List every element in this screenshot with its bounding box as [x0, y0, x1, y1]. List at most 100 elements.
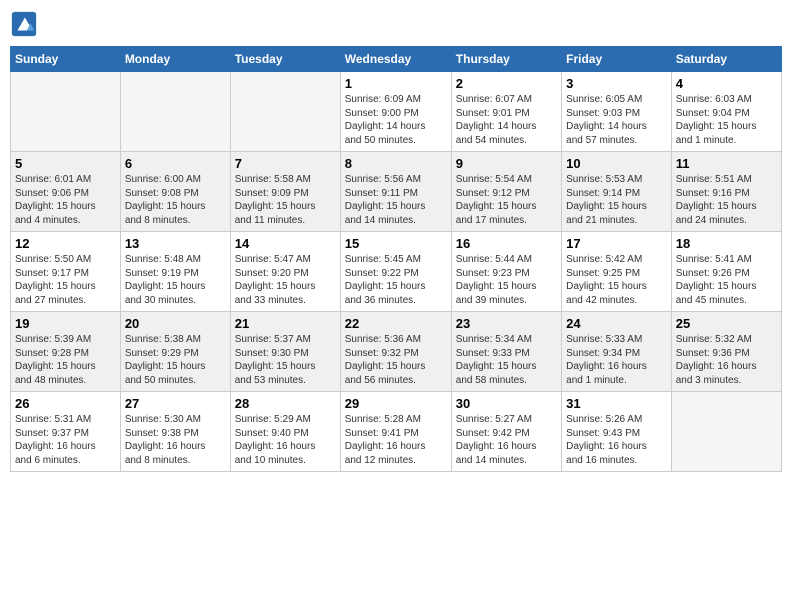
day-number: 12: [15, 236, 116, 251]
day-number: 26: [15, 396, 116, 411]
day-info: Sunrise: 5:34 AM Sunset: 9:33 PM Dayligh…: [456, 333, 557, 387]
weekday-header: Monday: [120, 47, 230, 72]
calendar-cell: 22Sunrise: 5:36 AM Sunset: 9:32 PM Dayli…: [340, 312, 451, 392]
calendar-cell: 15 Sunrise: 5:45 AM Sunset: 9:22 PM Dayli…: [340, 232, 451, 312]
day-number: 25: [676, 316, 777, 331]
calendar-cell: 31 Sunrise: 5:26 AM Sunset: 9:43 PM Dayli…: [562, 392, 672, 472]
day-number: 10: [566, 156, 667, 171]
day-info: Sunrise: 6:01 AM Sunset: 9:06 PM Dayligh…: [15, 173, 116, 227]
day-info: Sunrise: 6:00 AM Sunset: 9:08 PM Dayligh…: [125, 173, 226, 227]
day-number: 3: [566, 76, 667, 91]
day-number: 11: [676, 156, 777, 171]
day-number: 23: [456, 316, 557, 331]
weekday-header: Wednesday: [340, 47, 451, 72]
calendar-cell: 2Sunrise: 6:07 AM Sunset: 9:01 PM Daylig…: [451, 72, 561, 152]
day-number: 16: [456, 236, 557, 251]
calendar-cell: 6 Sunrise: 6:00 AM Sunset: 9:08 PM Daylig…: [120, 152, 230, 232]
calendar-cell: [230, 72, 340, 152]
day-info: Sunrise: 5:58 AM Sunset: 9:09 PM Dayligh…: [235, 173, 336, 227]
calendar-cell: 30 Sunrise: 5:27 AM Sunset: 9:42 PM Dayli…: [451, 392, 561, 472]
weekday-header: Thursday: [451, 47, 561, 72]
calendar-cell: 21 Sunrise: 5:37 AM Sunset: 9:30 PM Dayli…: [230, 312, 340, 392]
calendar-cell: 11 Sunrise: 5:51 AM Sunset: 9:16 PM Dayli…: [671, 152, 781, 232]
calendar-cell: 24 Sunrise: 5:33 AM Sunset: 9:34 PM Dayli…: [562, 312, 672, 392]
day-number: 29: [345, 396, 447, 411]
weekday-header-row: SundayMondayTuesdayWednesdayThursdayFrid…: [11, 47, 782, 72]
day-info: Sunrise: 5:33 AM Sunset: 9:34 PM Dayligh…: [566, 333, 667, 387]
day-info: Sunrise: 5:37 AM Sunset: 9:30 PM Dayligh…: [235, 333, 336, 387]
day-info: Sunrise: 5:50 AM Sunset: 9:17 PM Dayligh…: [15, 253, 116, 307]
day-number: 15: [345, 236, 447, 251]
calendar-cell: 14 Sunrise: 5:47 AM Sunset: 9:20 PM Dayli…: [230, 232, 340, 312]
day-info: Sunrise: 5:30 AM Sunset: 9:38 PM Dayligh…: [125, 413, 226, 467]
page-header: [10, 10, 782, 38]
calendar-cell: 19Sunrise: 5:39 AM Sunset: 9:28 PM Dayli…: [11, 312, 121, 392]
day-number: 14: [235, 236, 336, 251]
calendar: SundayMondayTuesdayWednesdayThursdayFrid…: [10, 46, 782, 472]
calendar-cell: [671, 392, 781, 472]
day-info: Sunrise: 5:56 AM Sunset: 9:11 PM Dayligh…: [345, 173, 447, 227]
day-info: Sunrise: 5:48 AM Sunset: 9:19 PM Dayligh…: [125, 253, 226, 307]
day-info: Sunrise: 5:31 AM Sunset: 9:37 PM Dayligh…: [15, 413, 116, 467]
day-number: 28: [235, 396, 336, 411]
day-number: 27: [125, 396, 226, 411]
day-info: Sunrise: 5:36 AM Sunset: 9:32 PM Dayligh…: [345, 333, 447, 387]
day-number: 7: [235, 156, 336, 171]
logo-icon: [10, 10, 38, 38]
calendar-cell: [11, 72, 121, 152]
weekday-header: Sunday: [11, 47, 121, 72]
calendar-cell: 27 Sunrise: 5:30 AM Sunset: 9:38 PM Dayli…: [120, 392, 230, 472]
day-number: 21: [235, 316, 336, 331]
day-number: 1: [345, 76, 447, 91]
day-number: 19: [15, 316, 116, 331]
calendar-week-row: 19Sunrise: 5:39 AM Sunset: 9:28 PM Dayli…: [11, 312, 782, 392]
day-info: Sunrise: 5:38 AM Sunset: 9:29 PM Dayligh…: [125, 333, 226, 387]
calendar-cell: 29 Sunrise: 5:28 AM Sunset: 9:41 PM Dayli…: [340, 392, 451, 472]
calendar-week-row: 12 Sunrise: 5:50 AM Sunset: 9:17 PM Dayli…: [11, 232, 782, 312]
day-info: Sunrise: 5:45 AM Sunset: 9:22 PM Dayligh…: [345, 253, 447, 307]
day-number: 17: [566, 236, 667, 251]
day-number: 20: [125, 316, 226, 331]
day-number: 4: [676, 76, 777, 91]
calendar-week-row: 26 Sunrise: 5:31 AM Sunset: 9:37 PM Dayli…: [11, 392, 782, 472]
day-info: Sunrise: 5:27 AM Sunset: 9:42 PM Dayligh…: [456, 413, 557, 467]
day-info: Sunrise: 6:07 AM Sunset: 9:01 PM Dayligh…: [456, 93, 557, 147]
weekday-header: Saturday: [671, 47, 781, 72]
day-info: Sunrise: 5:28 AM Sunset: 9:41 PM Dayligh…: [345, 413, 447, 467]
day-info: Sunrise: 5:42 AM Sunset: 9:25 PM Dayligh…: [566, 253, 667, 307]
day-info: Sunrise: 6:09 AM Sunset: 9:00 PM Dayligh…: [345, 93, 447, 147]
calendar-cell: 3 Sunrise: 6:05 AM Sunset: 9:03 PM Daylig…: [562, 72, 672, 152]
calendar-cell: 25 Sunrise: 5:32 AM Sunset: 9:36 PM Dayli…: [671, 312, 781, 392]
day-info: Sunrise: 5:51 AM Sunset: 9:16 PM Dayligh…: [676, 173, 777, 227]
day-number: 30: [456, 396, 557, 411]
day-number: 9: [456, 156, 557, 171]
calendar-cell: 4 Sunrise: 6:03 AM Sunset: 9:04 PM Daylig…: [671, 72, 781, 152]
day-info: Sunrise: 5:53 AM Sunset: 9:14 PM Dayligh…: [566, 173, 667, 227]
calendar-cell: [120, 72, 230, 152]
calendar-cell: 26 Sunrise: 5:31 AM Sunset: 9:37 PM Dayli…: [11, 392, 121, 472]
calendar-week-row: 5Sunrise: 6:01 AM Sunset: 9:06 PM Daylig…: [11, 152, 782, 232]
day-info: Sunrise: 5:26 AM Sunset: 9:43 PM Dayligh…: [566, 413, 667, 467]
day-number: 18: [676, 236, 777, 251]
day-info: Sunrise: 5:41 AM Sunset: 9:26 PM Dayligh…: [676, 253, 777, 307]
day-info: Sunrise: 6:05 AM Sunset: 9:03 PM Dayligh…: [566, 93, 667, 147]
day-info: Sunrise: 5:32 AM Sunset: 9:36 PM Dayligh…: [676, 333, 777, 387]
day-number: 31: [566, 396, 667, 411]
day-number: 6: [125, 156, 226, 171]
calendar-cell: 20 Sunrise: 5:38 AM Sunset: 9:29 PM Dayli…: [120, 312, 230, 392]
day-info: Sunrise: 5:54 AM Sunset: 9:12 PM Dayligh…: [456, 173, 557, 227]
calendar-cell: 8Sunrise: 5:56 AM Sunset: 9:11 PM Daylig…: [340, 152, 451, 232]
calendar-cell: 23 Sunrise: 5:34 AM Sunset: 9:33 PM Dayli…: [451, 312, 561, 392]
calendar-cell: 7 Sunrise: 5:58 AM Sunset: 9:09 PM Daylig…: [230, 152, 340, 232]
calendar-cell: 10 Sunrise: 5:53 AM Sunset: 9:14 PM Dayli…: [562, 152, 672, 232]
calendar-cell: 28Sunrise: 5:29 AM Sunset: 9:40 PM Dayli…: [230, 392, 340, 472]
weekday-header: Tuesday: [230, 47, 340, 72]
day-info: Sunrise: 6:03 AM Sunset: 9:04 PM Dayligh…: [676, 93, 777, 147]
calendar-cell: 16Sunrise: 5:44 AM Sunset: 9:23 PM Dayli…: [451, 232, 561, 312]
calendar-cell: 9 Sunrise: 5:54 AM Sunset: 9:12 PM Daylig…: [451, 152, 561, 232]
calendar-cell: 1 Sunrise: 6:09 AM Sunset: 9:00 PM Daylig…: [340, 72, 451, 152]
calendar-cell: 5Sunrise: 6:01 AM Sunset: 9:06 PM Daylig…: [11, 152, 121, 232]
day-number: 24: [566, 316, 667, 331]
day-info: Sunrise: 5:47 AM Sunset: 9:20 PM Dayligh…: [235, 253, 336, 307]
calendar-cell: 12 Sunrise: 5:50 AM Sunset: 9:17 PM Dayli…: [11, 232, 121, 312]
